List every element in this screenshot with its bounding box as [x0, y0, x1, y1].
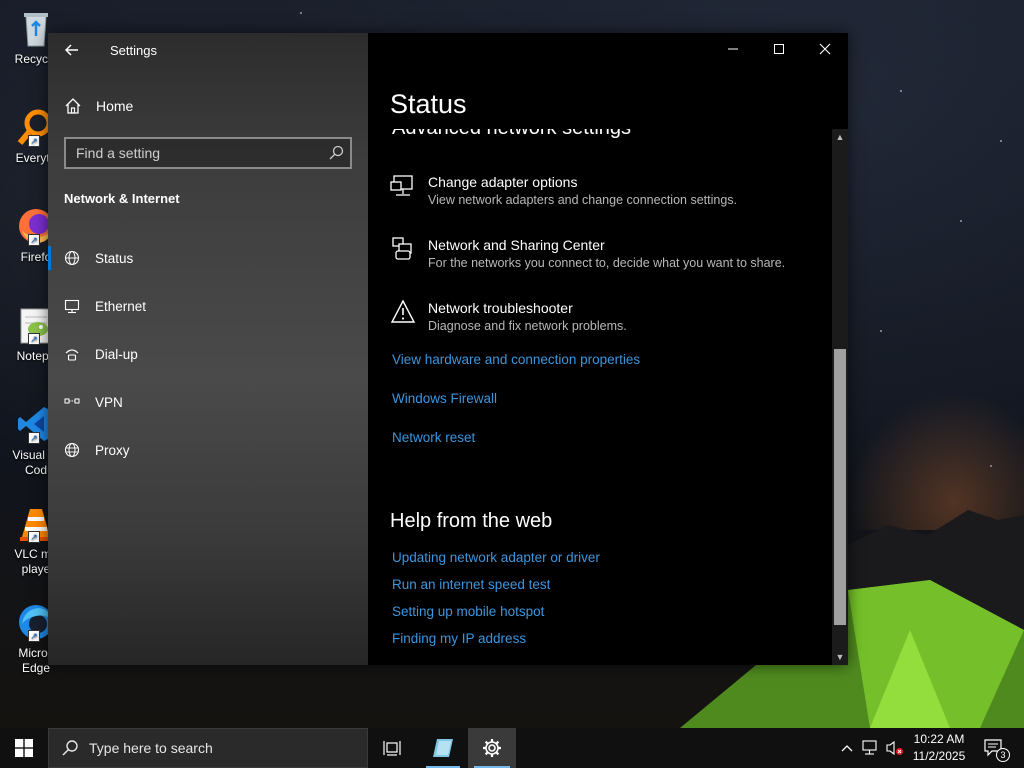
content-scrollbar[interactable]: ▲ ▼	[832, 129, 848, 665]
chevron-up-icon	[841, 745, 853, 752]
tablet-app-icon	[433, 739, 453, 757]
ethernet-icon	[64, 298, 80, 314]
taskbar-search-input[interactable]	[89, 740, 349, 756]
active-indicator	[48, 246, 51, 270]
change-adapter-options[interactable]: Change adapter options View network adap…	[390, 173, 737, 209]
volume-muted-icon	[886, 740, 904, 756]
clock-date: 11/2/2025	[912, 749, 966, 763]
help-from-web-heading: Help from the web	[390, 510, 553, 532]
settings-window: Settings Home Network & Internet Status …	[48, 33, 848, 665]
scrollbar-thumb[interactable]	[834, 349, 846, 625]
network-ethernet-icon	[862, 740, 877, 755]
option-description: For the networks you connect to, decide …	[428, 256, 786, 270]
sidebar-item-vpn[interactable]: VPN	[48, 382, 368, 422]
star	[300, 12, 302, 14]
minimize-button[interactable]	[710, 33, 756, 65]
settings-content: Status Advanced network settings Change …	[368, 33, 848, 665]
maximize-icon	[774, 44, 784, 54]
task-view-icon	[383, 741, 401, 756]
sidebar-item-proxy[interactable]: Proxy	[48, 430, 368, 470]
taskbar: 10:22 AM 11/2/2025 3	[0, 728, 1024, 768]
option-description: Diagnose and fix network problems.	[428, 319, 627, 333]
sidebar-item-label: Proxy	[95, 442, 130, 458]
windows-logo-icon	[15, 739, 33, 757]
home-icon	[65, 98, 81, 114]
settings-sidebar: Settings Home Network & Internet Status …	[48, 33, 368, 665]
sidebar-item-status[interactable]: Status	[48, 238, 368, 278]
star	[1000, 140, 1002, 142]
scroll-down-icon[interactable]: ▼	[834, 651, 846, 663]
network-sharing-center[interactable]: Network and Sharing Center For the netwo…	[390, 236, 785, 272]
start-button[interactable]	[0, 728, 48, 768]
network-tray-button[interactable]	[860, 728, 882, 768]
show-hidden-icons-button[interactable]	[836, 728, 858, 768]
page-title: Status	[390, 89, 467, 119]
section-heading-advanced-network: Advanced network settings	[392, 129, 631, 140]
shortcut-arrow-icon: ↗	[28, 432, 40, 444]
warning-icon	[390, 299, 416, 323]
content-scroll-area: Advanced network settings Change adapter…	[368, 129, 832, 665]
star	[880, 330, 882, 332]
shortcut-arrow-icon: ↗	[28, 531, 40, 543]
home-label: Home	[96, 98, 134, 114]
option-title: Network and Sharing Center	[428, 237, 605, 253]
sidebar-item-label: Status	[95, 250, 134, 266]
option-description: View network adapters and change connect…	[428, 193, 737, 207]
sharing-center-icon	[392, 237, 412, 260]
app-title: Settings	[110, 43, 157, 58]
taskbar-clock[interactable]: 10:22 AM 11/2/2025	[906, 731, 972, 765]
maximize-button[interactable]	[756, 33, 802, 65]
close-button[interactable]	[802, 33, 848, 65]
sidebar-item-label: Ethernet	[95, 298, 147, 314]
taskbar-settings-app[interactable]	[468, 728, 516, 768]
back-arrow-icon	[64, 44, 78, 56]
option-title: Network troubleshooter	[428, 300, 573, 316]
sidebar-item-label: VPN	[95, 394, 123, 410]
star	[960, 220, 962, 222]
star	[900, 90, 902, 92]
task-view-button[interactable]	[370, 728, 414, 768]
shortcut-arrow-icon: ↗	[28, 234, 40, 246]
find-setting-input[interactable]	[66, 139, 318, 167]
gear-icon	[483, 739, 501, 757]
volume-tray-button[interactable]	[884, 728, 906, 768]
link-view-hardware-properties[interactable]: View hardware and connection properties	[392, 352, 640, 367]
shortcut-arrow-icon: ↗	[28, 630, 40, 642]
link-windows-firewall[interactable]: Windows Firewall	[392, 391, 497, 406]
dial-up-icon	[64, 346, 80, 362]
link-mobile-hotspot[interactable]: Setting up mobile hotspot	[392, 604, 544, 619]
option-title: Change adapter options	[428, 174, 578, 190]
close-icon	[819, 43, 831, 55]
sidebar-item-dial-up[interactable]: Dial-up	[48, 334, 368, 374]
link-finding-ip-address[interactable]: Finding my IP address	[392, 631, 526, 646]
adapter-icon	[390, 175, 413, 196]
scroll-up-icon[interactable]: ▲	[834, 131, 846, 143]
search-icon[interactable]	[328, 145, 344, 161]
sidebar-item-ethernet[interactable]: Ethernet	[48, 286, 368, 326]
taskbar-search-box[interactable]	[48, 728, 368, 768]
shortcut-arrow-icon: ↗	[28, 333, 40, 345]
globe-status-icon	[64, 250, 80, 266]
taskbar-app-pinned[interactable]	[420, 728, 466, 768]
link-updating-adapter-driver[interactable]: Updating network adapter or driver	[392, 550, 600, 565]
shortcut-arrow-icon: ↗	[28, 135, 40, 147]
back-button[interactable]	[58, 39, 86, 67]
sidebar-item-label: Dial-up	[95, 346, 138, 362]
notification-count-badge: 3	[996, 748, 1010, 762]
vpn-icon	[64, 394, 80, 410]
action-center-button[interactable]: 3	[976, 728, 1012, 768]
home-nav-item[interactable]: Home	[64, 95, 133, 117]
clock-time: 10:22 AM	[913, 732, 965, 746]
network-troubleshooter[interactable]: Network troubleshooter Diagnose and fix …	[390, 299, 627, 335]
search-icon	[62, 740, 78, 756]
proxy-globe-icon	[64, 442, 80, 458]
link-network-reset[interactable]: Network reset	[392, 430, 475, 445]
minimize-icon	[728, 48, 738, 50]
find-setting-search-box	[64, 137, 352, 169]
link-internet-speed-test[interactable]: Run an internet speed test	[392, 577, 550, 592]
section-heading: Network & Internet	[64, 191, 180, 206]
